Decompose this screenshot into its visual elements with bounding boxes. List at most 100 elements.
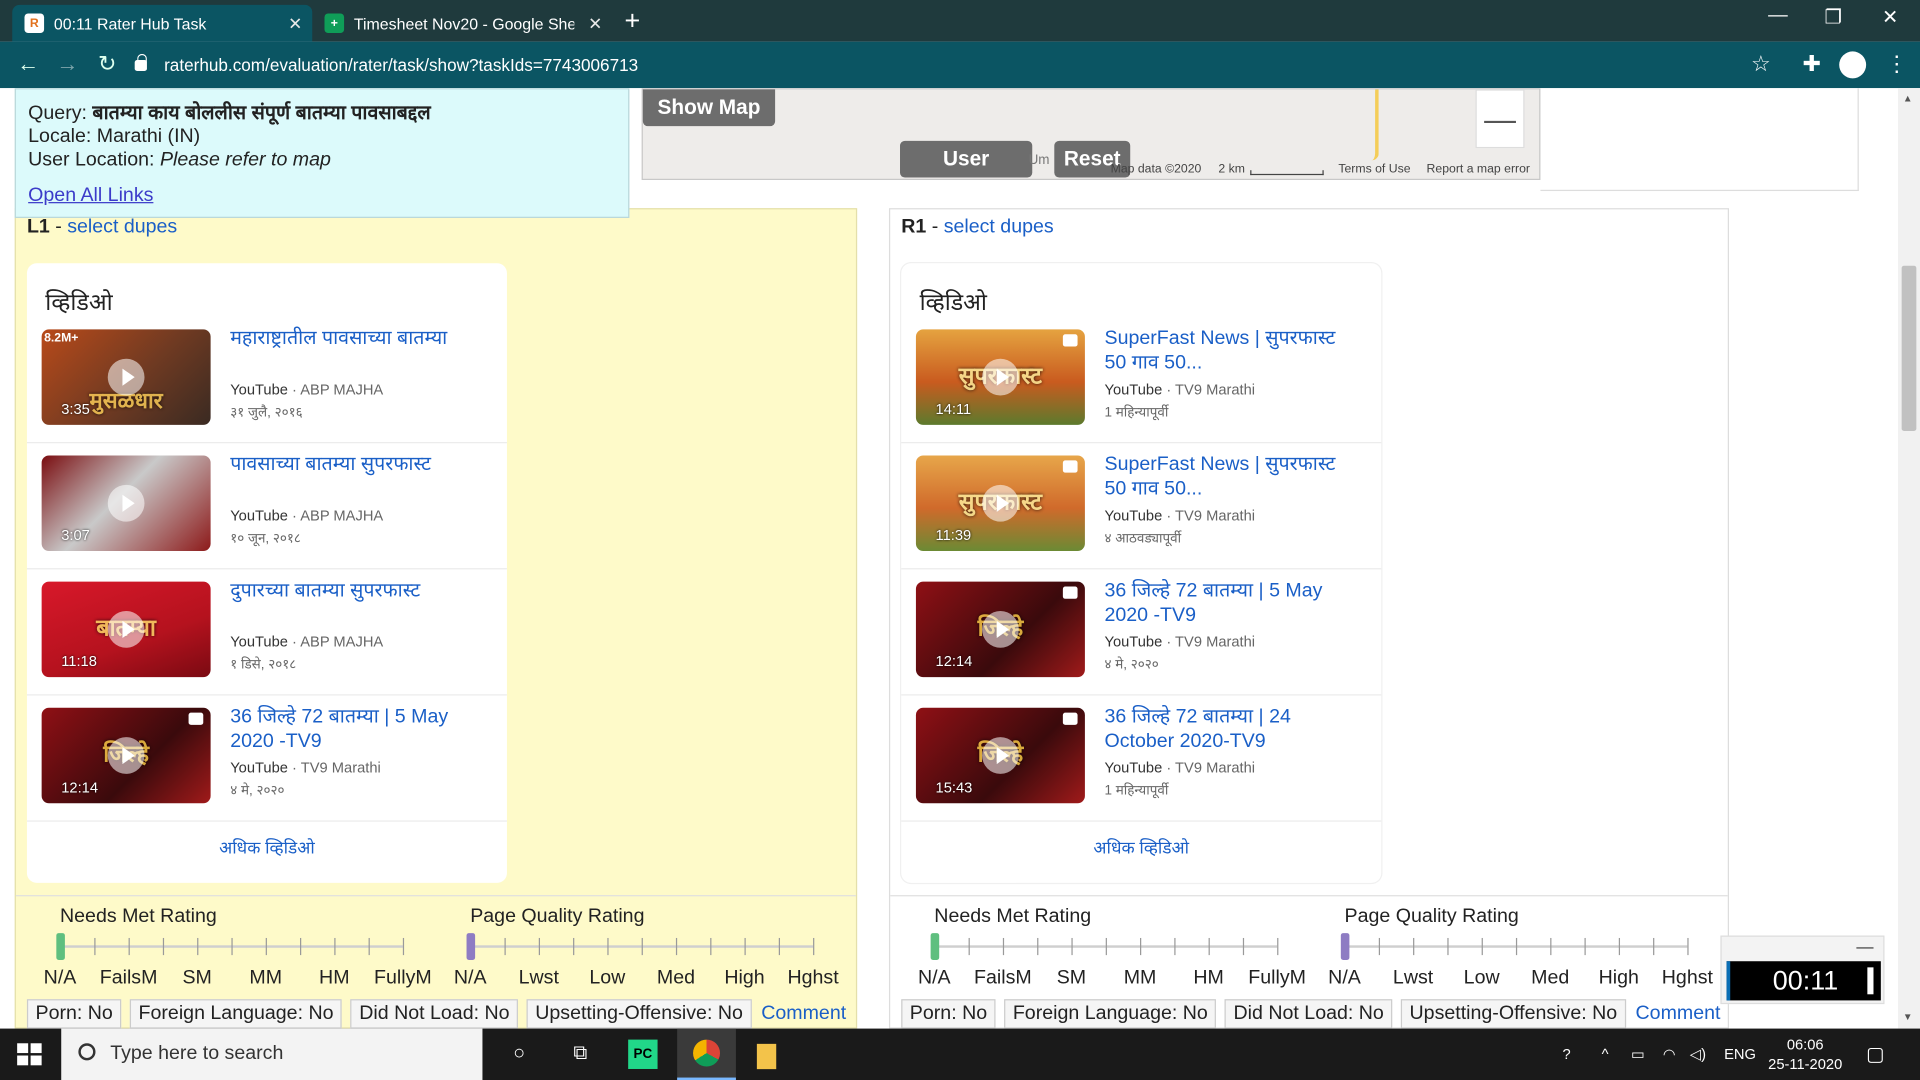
forward-arrow-icon[interactable]: → [56, 51, 78, 77]
address-bar[interactable]: raterhub.com/evaluation/rater/task/show?… [134, 49, 1788, 81]
video-title-link[interactable]: दुपारच्या बातम्या सुपरफास्ट [230, 579, 475, 603]
open-all-links[interactable]: Open All Links [28, 185, 153, 206]
upsetting-offensive-flag-button[interactable]: Upsetting-Offensive: No [526, 999, 752, 1029]
chrome-app-icon[interactable] [677, 1028, 736, 1080]
clock-time: 06:06 [1786, 1035, 1824, 1054]
new-tab-button[interactable]: + [624, 7, 640, 34]
video-result[interactable]: सुपरफास्ट 14:11 SuperFast News | सुपरफास… [901, 317, 1382, 444]
back-arrow-icon[interactable]: ← [17, 51, 39, 77]
needs-met-slider[interactable]: N/A FailsM SM MM HM FullyM [918, 933, 1306, 988]
extensions-puzzle-icon[interactable]: ✚ [1802, 51, 1820, 77]
video-meta: YouTube · TV9 Marathi [1104, 380, 1256, 398]
scrollbar-thumb[interactable] [1901, 265, 1917, 432]
video-title-link[interactable]: 36 जिल्हे 72 बातम्या | 24 October 2020-T… [1104, 705, 1349, 754]
page-quality-slider[interactable]: N/A Lwst Low Med High Hghst [1328, 933, 1713, 988]
tab-rater-hub[interactable]: R 00:11 Rater Hub Task ✕ [12, 4, 313, 42]
volume-icon[interactable]: ◁) [1690, 1029, 1706, 1080]
map-terms-link[interactable]: Terms of Use [1338, 163, 1410, 176]
foreign-language-flag-button[interactable]: Foreign Language: No [129, 999, 343, 1029]
video-title-link[interactable]: पावसाच्या बातम्या सुपरफास्ट [230, 453, 475, 477]
minimize-window-button[interactable]: — [1768, 5, 1788, 27]
video-thumbnail[interactable]: जिल्हे 12:14 [41, 707, 211, 804]
video-result[interactable]: जिल्हे 15:43 36 जिल्हे 72 बातम्या | 24 O… [901, 696, 1382, 822]
needs-met-slider[interactable]: N/A FailsM SM MM HM FullyM [44, 933, 432, 988]
page-scrollbar[interactable]: ▲ ▼ [1897, 88, 1920, 1029]
slider-handle[interactable] [1340, 933, 1350, 961]
slider-tick [1105, 937, 1107, 956]
video-thumbnail[interactable]: जिल्हे 15:43 [915, 707, 1085, 804]
select-dupes-link[interactable]: select dupes [67, 217, 177, 238]
porn-flag-button[interactable]: Porn: No [901, 999, 996, 1029]
comment-link[interactable]: Comment [761, 1003, 846, 1025]
page-quality-slider[interactable]: N/A Lwst Low Med High Hghst [454, 933, 839, 988]
video-result[interactable]: सुपरफास्ट 11:39 SuperFast News | सुपरफास… [901, 443, 1382, 570]
video-result[interactable]: 8.2M+ मुसळधार 3:35 महाराष्ट्रातील पावसाच… [26, 317, 507, 444]
video-thumbnail[interactable]: सुपरफास्ट 14:11 [915, 329, 1085, 425]
help-icon[interactable]: ? [1562, 1029, 1570, 1080]
video-result[interactable]: जिल्हे 12:14 36 जिल्हे 72 बातम्या | 5 Ma… [26, 696, 507, 822]
map-report-link[interactable]: Report a map error [1427, 163, 1530, 176]
slider-handle[interactable] [930, 933, 940, 961]
scroll-up-arrow-icon[interactable]: ▲ [1903, 93, 1913, 104]
notifications-icon[interactable]: ▢ [1866, 1029, 1885, 1080]
bookmark-star-icon[interactable]: ☆ [1751, 51, 1771, 77]
did-not-load-flag-button[interactable]: Did Not Load: No [1224, 999, 1393, 1029]
close-tab-icon[interactable]: ✕ [288, 13, 302, 34]
close-window-button[interactable]: ✕ [1882, 5, 1898, 29]
taskbar-clock[interactable]: 06:06 25-11-2020 [1768, 1029, 1842, 1080]
slider-handle[interactable] [466, 933, 476, 961]
video-result[interactable]: जिल्हे 12:14 36 जिल्हे 72 बातम्या | 5 Ma… [901, 569, 1382, 696]
taskbar-search-box[interactable]: Type here to search [61, 1028, 483, 1080]
video-result[interactable]: 3:07 पावसाच्या बातम्या सुपरफास्ट YouTube… [26, 443, 507, 570]
video-result[interactable]: बातम्या 11:18 दुपारच्या बातम्या सुपरफास्… [26, 569, 507, 696]
video-title-link[interactable]: SuperFast News | सुपरफास्ट 50 गाव 50... [1104, 453, 1349, 502]
battery-icon[interactable]: ▭ [1631, 1029, 1645, 1080]
pycharm-app-icon[interactable]: PC [628, 1039, 658, 1069]
video-title-link[interactable]: SuperFast News | सुपरफास्ट 50 गाव 50... [1104, 327, 1349, 376]
windows-start-icon[interactable] [17, 1043, 42, 1066]
slider-handle[interactable] [56, 933, 65, 961]
more-videos-link[interactable]: अधिक व्हिडिओ [901, 836, 1381, 859]
show-map-button[interactable]: Show Map [642, 89, 776, 127]
video-title-link[interactable]: महाराष्ट्रातील पावसाच्या बातम्या [230, 327, 475, 351]
timer-minimize-button[interactable]: — [1856, 937, 1873, 957]
reload-icon[interactable]: ↻ [98, 51, 116, 77]
video-title-link[interactable]: 36 जिल्हे 72 बातम्या | 5 May 2020 -TV9 [230, 705, 475, 754]
comment-link[interactable]: Comment [1636, 1003, 1721, 1025]
video-thumbnail[interactable]: जिल्हे 12:14 [915, 581, 1085, 678]
restore-window-button[interactable]: ❐ [1825, 5, 1843, 29]
video-thumbnail[interactable]: 8.2M+ मुसळधार 3:35 [41, 329, 211, 425]
search-icon [78, 1043, 96, 1061]
user-location-button[interactable]: User [900, 140, 1033, 178]
video-title-link[interactable]: 36 जिल्हे 72 बातम्या | 5 May 2020 -TV9 [1104, 579, 1349, 628]
zoom-out-button[interactable]: — [1475, 89, 1525, 149]
map-place-label: Um [1028, 153, 1050, 168]
upsetting-offensive-flag-button[interactable]: Upsetting-Offensive: No [1400, 999, 1626, 1029]
map-widget[interactable]: Show Map User Um Reset — Map data ©2020 … [641, 88, 1541, 181]
map-road [1371, 89, 1379, 161]
profile-avatar[interactable] [1839, 51, 1867, 79]
wifi-icon[interactable]: ◠ [1663, 1029, 1676, 1080]
scroll-down-arrow-icon[interactable]: ▼ [1903, 1011, 1913, 1022]
foreign-language-flag-button[interactable]: Foreign Language: No [1004, 999, 1217, 1029]
channel-logo-icon [1062, 586, 1078, 599]
tray-expand-chevron-icon[interactable]: ^ [1602, 1029, 1609, 1080]
task-view-icon[interactable]: ⧉ [566, 1040, 595, 1069]
browser-menu-icon[interactable]: ⋮ [1886, 51, 1908, 77]
tab-timesheet[interactable]: + Timesheet Nov20 - Google Sheet ✕ [312, 5, 612, 42]
cortana-circle-icon[interactable]: ○ [504, 1040, 533, 1069]
video-thumbnail[interactable]: सुपरफास्ट 11:39 [915, 455, 1085, 552]
input-language[interactable]: ENG [1724, 1029, 1756, 1080]
more-videos-link[interactable]: अधिक व्हिडिओ [27, 836, 507, 859]
video-thumbnail[interactable]: बातम्या 11:18 [41, 581, 211, 678]
close-tab-icon[interactable]: ✕ [588, 13, 602, 34]
slider-label: N/A [453, 967, 487, 989]
query-label: Query: [28, 102, 87, 124]
porn-flag-button[interactable]: Porn: No [26, 999, 122, 1029]
select-dupes-link[interactable]: select dupes [944, 217, 1054, 238]
slider-tick [1242, 937, 1245, 956]
did-not-load-flag-button[interactable]: Did Not Load: No [350, 999, 519, 1029]
video-thumbnail[interactable]: 3:07 [41, 455, 211, 552]
file-explorer-folder-icon[interactable]: ▇ [752, 1040, 781, 1069]
slider-tick [504, 937, 506, 956]
